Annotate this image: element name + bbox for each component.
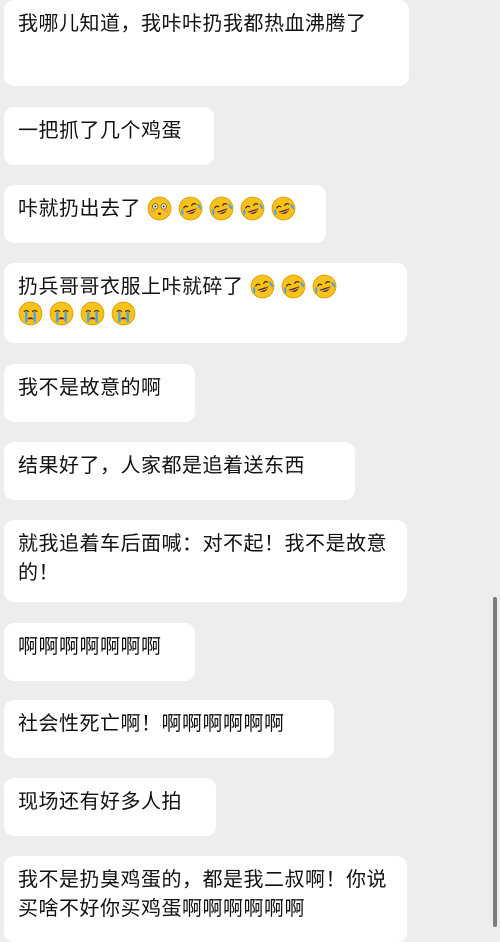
message-text: 我不是扔臭鸡蛋的，都是我二叔啊！你说买啥不好你买鸡蛋啊啊啊啊啊啊: [18, 867, 387, 920]
crying-laughing-face-icon: [209, 196, 234, 221]
emoji-row: [244, 274, 337, 299]
message-text: 现场还有好多人拍: [18, 789, 182, 813]
message-text: 咔就扔出去了: [18, 196, 141, 220]
message-bubble: 啊啊啊啊啊啊啊: [4, 623, 195, 681]
crying-laughing-face-icon: [271, 196, 296, 221]
message-text: 扔兵哥哥衣服上咔就碎了: [18, 274, 244, 298]
scrollbar[interactable]: [493, 597, 497, 927]
message-bubble: 我不是故意的啊: [4, 364, 195, 422]
message-bubble: 社会性死亡啊！啊啊啊啊啊啊: [4, 700, 334, 758]
message-bubble: 咔就扔出去了: [4, 185, 326, 243]
message-text: 我哪儿知道，我咔咔扔我都热血沸腾了: [18, 11, 367, 35]
message-bubble: 一把抓了几个鸡蛋: [4, 107, 214, 165]
emoji-row: [141, 196, 296, 221]
message-text: 一把抓了几个鸡蛋: [18, 118, 182, 142]
message-text: 社会性死亡啊！啊啊啊啊啊啊: [18, 711, 285, 735]
chat-conversation: 我哪儿知道，我咔咔扔我都热血沸腾了 一把抓了几个鸡蛋 咔就扔出去了 扔兵哥哥衣服…: [0, 0, 500, 942]
message-bubble: 扔兵哥哥衣服上咔就碎了: [4, 263, 407, 343]
loudly-crying-face-icon: [18, 301, 43, 326]
message-text: 结果好了，人家都是追着送东西: [18, 453, 305, 477]
crying-laughing-face-icon: [281, 274, 306, 299]
message-text: 我不是故意的啊: [18, 375, 162, 399]
loudly-crying-face-icon: [80, 301, 105, 326]
message-bubble: 就我追着车后面喊：对不起！我不是故意的！: [4, 520, 407, 602]
message-bubble: 现场还有好多人拍: [4, 778, 216, 836]
message-text: 就我追着车后面喊：对不起！我不是故意的！: [18, 531, 387, 584]
crying-laughing-face-icon: [240, 196, 265, 221]
loudly-crying-face-icon: [49, 301, 74, 326]
message-bubble: 结果好了，人家都是追着送东西: [4, 442, 355, 500]
loudly-crying-face-icon: [111, 301, 136, 326]
message-bubble: 我不是扔臭鸡蛋的，都是我二叔啊！你说买啥不好你买鸡蛋啊啊啊啊啊啊: [4, 856, 407, 942]
message-bubble: 我哪儿知道，我咔咔扔我都热血沸腾了: [4, 0, 409, 86]
flushed-face-icon: [147, 196, 172, 221]
message-text: 啊啊啊啊啊啊啊: [18, 634, 162, 658]
crying-laughing-face-icon: [178, 196, 203, 221]
crying-laughing-face-icon: [312, 274, 337, 299]
emoji-row: [18, 301, 393, 331]
crying-laughing-face-icon: [250, 274, 275, 299]
